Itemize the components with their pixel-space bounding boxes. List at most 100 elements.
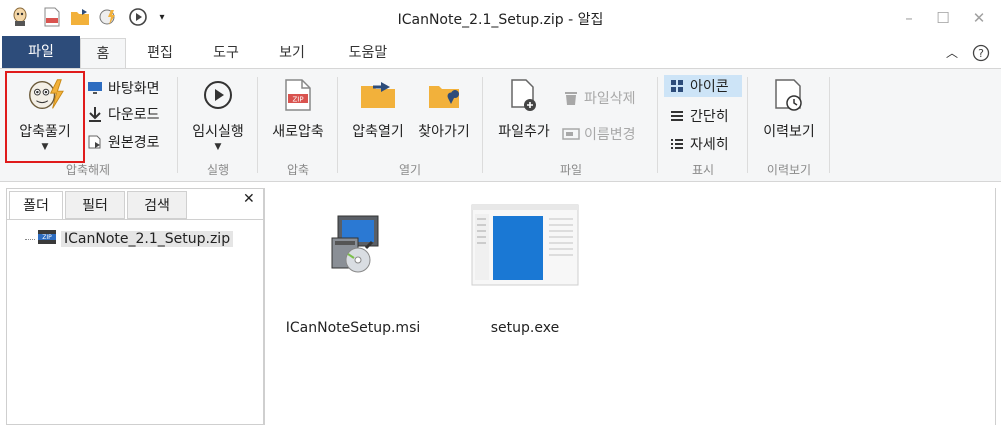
file-item[interactable]: setup.exe bbox=[450, 200, 600, 336]
zip-archive-icon: ZIP bbox=[37, 228, 57, 250]
downloads-label: 다운로드 bbox=[108, 107, 160, 123]
tab-file[interactable]: 파일 bbox=[2, 36, 80, 68]
ribbon-tabs: 파일 홈 편집 도구 보기 도움말 ︿ ? bbox=[0, 36, 1001, 69]
tab-tools[interactable]: 도구 bbox=[202, 38, 250, 68]
extract-downloads-button[interactable]: 다운로드 bbox=[86, 103, 160, 125]
goto-button[interactable]: 찾아가기 bbox=[412, 73, 476, 141]
divider bbox=[177, 77, 178, 173]
exe-window-icon bbox=[470, 200, 580, 290]
trash-icon bbox=[562, 89, 580, 107]
extract-mascot-icon bbox=[25, 73, 65, 117]
goto-label: 찾아가기 bbox=[418, 124, 470, 140]
close-pane-icon[interactable]: ✕ bbox=[243, 191, 261, 211]
list-icon bbox=[668, 107, 686, 125]
title-bar: ▾ ICanNote_2.1_Setup.zip - 알집 – ☐ ✕ bbox=[0, 0, 1001, 36]
new-compress-button[interactable]: ZIP 새로압축 bbox=[264, 73, 332, 141]
group-open: 압축열기 찾아가기 열기 bbox=[340, 69, 480, 181]
view-simple-button[interactable]: 간단히 bbox=[668, 105, 729, 127]
pane-splitter[interactable] bbox=[264, 188, 265, 425]
extract-desktop-button[interactable]: 바탕화면 bbox=[86, 77, 160, 99]
view-detail-button[interactable]: 자세히 bbox=[668, 133, 729, 155]
tab-folder[interactable]: 폴더 bbox=[9, 191, 63, 219]
close-icon[interactable]: ✕ bbox=[968, 8, 990, 28]
original-path-icon bbox=[86, 133, 104, 151]
svg-text:ZIP: ZIP bbox=[42, 234, 52, 241]
detail-list-icon bbox=[668, 135, 686, 153]
extract-original-path-button[interactable]: 원본경로 bbox=[86, 131, 160, 153]
open-folder-arrow-icon bbox=[358, 73, 398, 117]
delete-file-label: 파일삭제 bbox=[584, 91, 636, 107]
minimize-icon[interactable]: – bbox=[898, 8, 920, 28]
svg-text:?: ? bbox=[978, 47, 984, 60]
extract-dropdown-icon[interactable]: ▼ bbox=[42, 142, 49, 152]
view-icons-label: 아이콘 bbox=[690, 79, 729, 95]
rename-icon bbox=[562, 125, 580, 143]
rename-label: 이름변경 bbox=[584, 127, 636, 143]
window-title: ICanNote_2.1_Setup.zip - 알집 bbox=[397, 12, 604, 28]
help-icon[interactable]: ? bbox=[970, 38, 992, 68]
divider bbox=[7, 219, 263, 220]
new-zip-icon: ZIP bbox=[278, 73, 318, 117]
tree-root-label: ICanNote_2.1_Setup.zip bbox=[61, 231, 234, 247]
delete-file-button[interactable]: 파일삭제 bbox=[562, 87, 636, 109]
tab-view[interactable]: 보기 bbox=[268, 38, 316, 68]
tree-item-root[interactable]: ZIP ICanNote_2.1_Setup.zip bbox=[25, 228, 234, 250]
file-item[interactable]: ICanNoteSetup.msi bbox=[278, 200, 428, 336]
divider bbox=[482, 77, 483, 173]
divider bbox=[257, 77, 258, 173]
original-path-label: 원본경로 bbox=[108, 135, 160, 151]
ribbon: 압축풀기 ▼ 바탕화면 다운로드 원본경로 압축해제 임시실행 ▼ 실행 ZIP… bbox=[0, 68, 1001, 182]
view-simple-label: 간단히 bbox=[690, 109, 729, 125]
grid-icon bbox=[668, 77, 686, 95]
temp-run-button[interactable]: 임시실행 ▼ bbox=[184, 73, 252, 152]
temp-run-dropdown-icon[interactable]: ▼ bbox=[215, 142, 222, 152]
file-name: ICanNoteSetup.msi bbox=[285, 320, 421, 336]
folder-pane: 폴더 필터 검색 ✕ ZIP ICanNote_2.1_Setup.zip bbox=[6, 188, 264, 425]
extract-label: 압축풀기 bbox=[19, 124, 71, 140]
group-extract: 압축풀기 ▼ 바탕화면 다운로드 원본경로 압축해제 bbox=[0, 69, 176, 181]
folder-location-icon bbox=[424, 73, 464, 117]
group-label-open: 열기 bbox=[398, 163, 422, 177]
divider bbox=[747, 77, 748, 173]
group-view: 아이콘 간단히 자세히 표시 bbox=[660, 69, 746, 181]
svg-text:ZIP: ZIP bbox=[292, 96, 303, 104]
desktop-label: 바탕화면 bbox=[108, 81, 160, 97]
extract-button[interactable]: 압축풀기 ▼ bbox=[10, 73, 80, 152]
group-label-file: 파일 bbox=[559, 163, 583, 177]
open-archive-label: 압축열기 bbox=[352, 124, 404, 140]
tab-home[interactable]: 홈 bbox=[80, 38, 126, 69]
open-archive-button[interactable]: 압축열기 bbox=[344, 73, 412, 141]
temp-run-label: 임시실행 bbox=[192, 124, 244, 140]
add-file-button[interactable]: 파일추가 bbox=[488, 73, 560, 141]
file-list-area: ICanNoteSetup.msi setup.exe bbox=[272, 188, 992, 425]
tab-search[interactable]: 검색 bbox=[127, 191, 187, 219]
download-arrow-icon bbox=[86, 105, 104, 123]
group-label-compress: 압축 bbox=[286, 163, 310, 177]
history-button[interactable]: 이력보기 bbox=[754, 73, 824, 141]
collapse-ribbon-icon[interactable]: ︿ bbox=[942, 38, 962, 68]
history-icon bbox=[769, 73, 809, 117]
tab-filter[interactable]: 필터 bbox=[65, 191, 125, 219]
group-history: 이력보기 이력보기 bbox=[750, 69, 828, 181]
group-label-extract: 압축해제 bbox=[65, 163, 111, 177]
divider bbox=[829, 77, 830, 173]
tab-edit[interactable]: 편집 bbox=[136, 38, 184, 68]
maximize-icon[interactable]: ☐ bbox=[932, 8, 954, 28]
msi-installer-icon bbox=[298, 200, 408, 290]
file-name: setup.exe bbox=[490, 320, 560, 336]
view-detail-label: 자세히 bbox=[690, 137, 729, 153]
new-compress-label: 새로압축 bbox=[272, 124, 324, 140]
tab-help[interactable]: 도움말 bbox=[338, 38, 398, 68]
divider bbox=[337, 77, 338, 173]
desktop-icon bbox=[86, 79, 104, 97]
group-label-view: 표시 bbox=[691, 163, 715, 177]
rename-button[interactable]: 이름변경 bbox=[562, 123, 636, 145]
view-icons-button[interactable]: 아이콘 bbox=[664, 75, 742, 97]
divider bbox=[995, 188, 996, 425]
add-file-icon bbox=[504, 73, 544, 117]
group-run: 임시실행 ▼ 실행 bbox=[180, 69, 256, 181]
add-file-label: 파일추가 bbox=[498, 124, 550, 140]
history-label: 이력보기 bbox=[763, 124, 815, 140]
play-circle-icon bbox=[198, 73, 238, 117]
divider bbox=[657, 77, 658, 173]
